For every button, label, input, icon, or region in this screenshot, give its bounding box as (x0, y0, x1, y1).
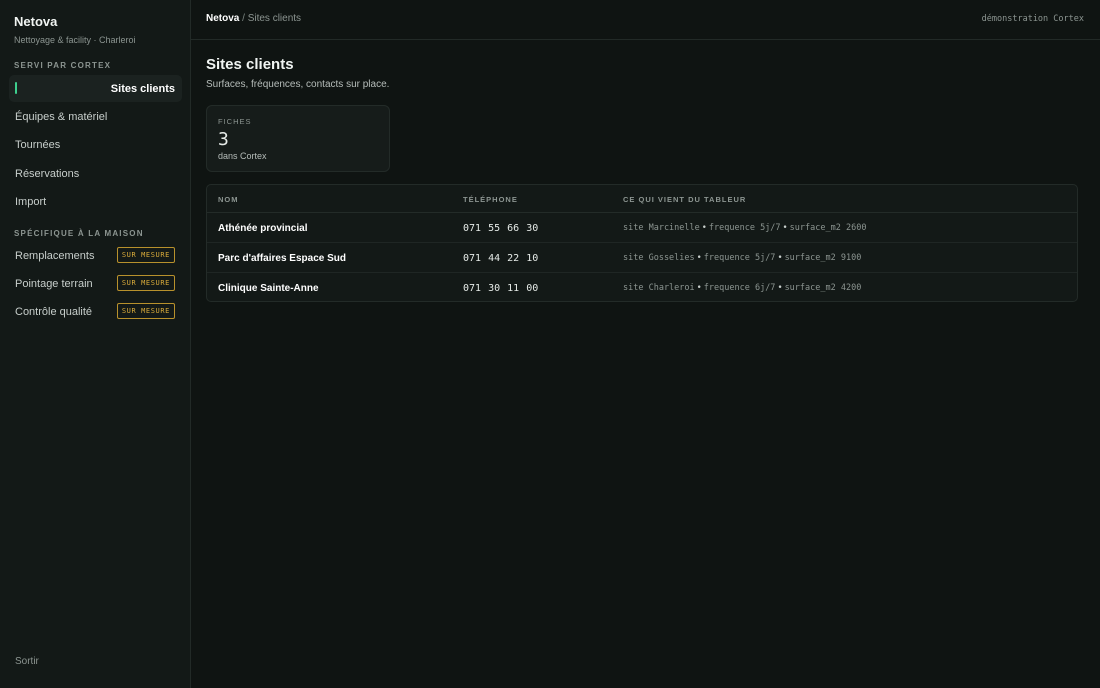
sidebar-item-label: Remplacements (15, 249, 95, 262)
table-row[interactable]: Clinique Sainte-Anne 071 30 11 00 site C… (207, 273, 1077, 301)
site-meta: site Gosselies • frequence 5j/7 • surface_m2… (623, 253, 861, 263)
site-name: Athénée provincial (218, 223, 308, 234)
topbar: Netova / Sites clients démonstration Cor… (191, 0, 1100, 40)
brand-name[interactable]: Netova (14, 14, 57, 29)
sidebar-item-reservations[interactable]: Réservations (9, 160, 182, 187)
sidebar-item-label: Import (15, 195, 47, 208)
meta-surface: surface_m2 4200 (784, 283, 862, 293)
sidebar-item-label: Réservations (15, 167, 80, 180)
meta-site: site Charleroi (623, 283, 695, 293)
site-name: Clinique Sainte-Anne (218, 283, 319, 294)
sidebar-item-label: Tournées (15, 138, 61, 151)
meta-separator: • (696, 283, 702, 293)
meta-frequence: frequence 5j/7 (703, 253, 776, 263)
sidebar: Netova Nettoyage & facility · Charleroi … (0, 0, 191, 688)
site-phone: 071 44 22 10 (463, 253, 539, 264)
stat-card-fiches: FICHES 3 dans Cortex (206, 105, 390, 172)
sites-table: NOM TÉLÉPHONE CE QUI VIENT DU TABLEUR At… (206, 184, 1078, 302)
meta-separator: • (777, 253, 783, 263)
site-meta: site Marcinelle • frequence 5j/7 • surface_m… (623, 223, 866, 233)
stat-label: FICHES (218, 117, 252, 126)
sidebar-item-sites-clients[interactable]: Sites clients (9, 75, 182, 102)
meta-site: site Marcinelle (623, 223, 700, 233)
column-header-nom: NOM (218, 195, 239, 204)
site-meta: site Charleroi • frequence 6j/7 • surface_m2… (623, 283, 861, 293)
sidebar-item-tournees[interactable]: Tournées (9, 131, 182, 158)
custom-badge: SUR MESURE (116, 303, 175, 319)
sidebar-item-equipes[interactable]: Équipes & matériel (9, 103, 182, 130)
breadcrumb: Netova / Sites clients (206, 13, 301, 24)
logout-link[interactable]: Sortir (15, 656, 39, 667)
custom-badge: SUR MESURE (116, 247, 175, 263)
demo-label: démonstration Cortex (981, 14, 1084, 24)
meta-separator: • (696, 253, 702, 263)
sidebar-item-label: Sites clients (110, 82, 175, 95)
site-phone: 071 55 66 30 (463, 223, 539, 234)
meta-surface: surface_m2 2600 (789, 223, 867, 233)
page-title: Sites clients (206, 56, 294, 73)
breadcrumb-separator: / (239, 13, 248, 24)
active-indicator (15, 82, 17, 94)
table-row[interactable]: Athénée provincial 071 55 66 30 site Mar… (207, 213, 1077, 243)
brand-subtitle: Nettoyage & facility · Charleroi (14, 35, 136, 45)
stat-value: 3 (218, 129, 229, 150)
column-header-tableur: CE QUI VIENT DU TABLEUR (623, 195, 747, 204)
section-label-maison: SPÉCIFIQUE À LA MAISON (14, 229, 144, 238)
breadcrumb-current: Sites clients (247, 13, 302, 24)
meta-separator: • (701, 223, 707, 233)
meta-surface: surface_m2 9100 (784, 253, 862, 263)
sidebar-item-controle-qualite[interactable]: Contrôle qualité SUR MESURE (9, 298, 182, 325)
meta-separator: • (777, 283, 783, 293)
meta-separator: • (782, 223, 788, 233)
section-label-cortex: SERVI PAR CORTEX (14, 61, 112, 70)
sidebar-item-pointage[interactable]: Pointage terrain SUR MESURE (9, 270, 182, 297)
table-row[interactable]: Parc d'affaires Espace Sud 071 44 22 10 … (207, 243, 1077, 273)
site-phone: 071 30 11 00 (463, 283, 539, 294)
page-subtitle: Surfaces, fréquences, contacts sur place… (206, 79, 390, 90)
table-header: NOM TÉLÉPHONE CE QUI VIENT DU TABLEUR (207, 185, 1077, 213)
sidebar-item-remplacements[interactable]: Remplacements SUR MESURE (9, 242, 182, 269)
meta-site: site Gosselies (623, 253, 695, 263)
sidebar-item-label: Pointage terrain (15, 277, 93, 290)
meta-frequence: frequence 6j/7 (703, 283, 776, 293)
sidebar-item-import[interactable]: Import (9, 188, 182, 215)
sidebar-item-label: Équipes & matériel (15, 110, 108, 123)
meta-frequence: frequence 5j/7 (708, 223, 781, 233)
sidebar-item-label: Contrôle qualité (15, 305, 93, 318)
site-name: Parc d'affaires Espace Sud (218, 253, 346, 264)
custom-badge: SUR MESURE (116, 275, 175, 291)
stat-caption: dans Cortex (218, 151, 267, 161)
column-header-telephone: TÉLÉPHONE (463, 195, 518, 204)
breadcrumb-root[interactable]: Netova (206, 13, 239, 24)
